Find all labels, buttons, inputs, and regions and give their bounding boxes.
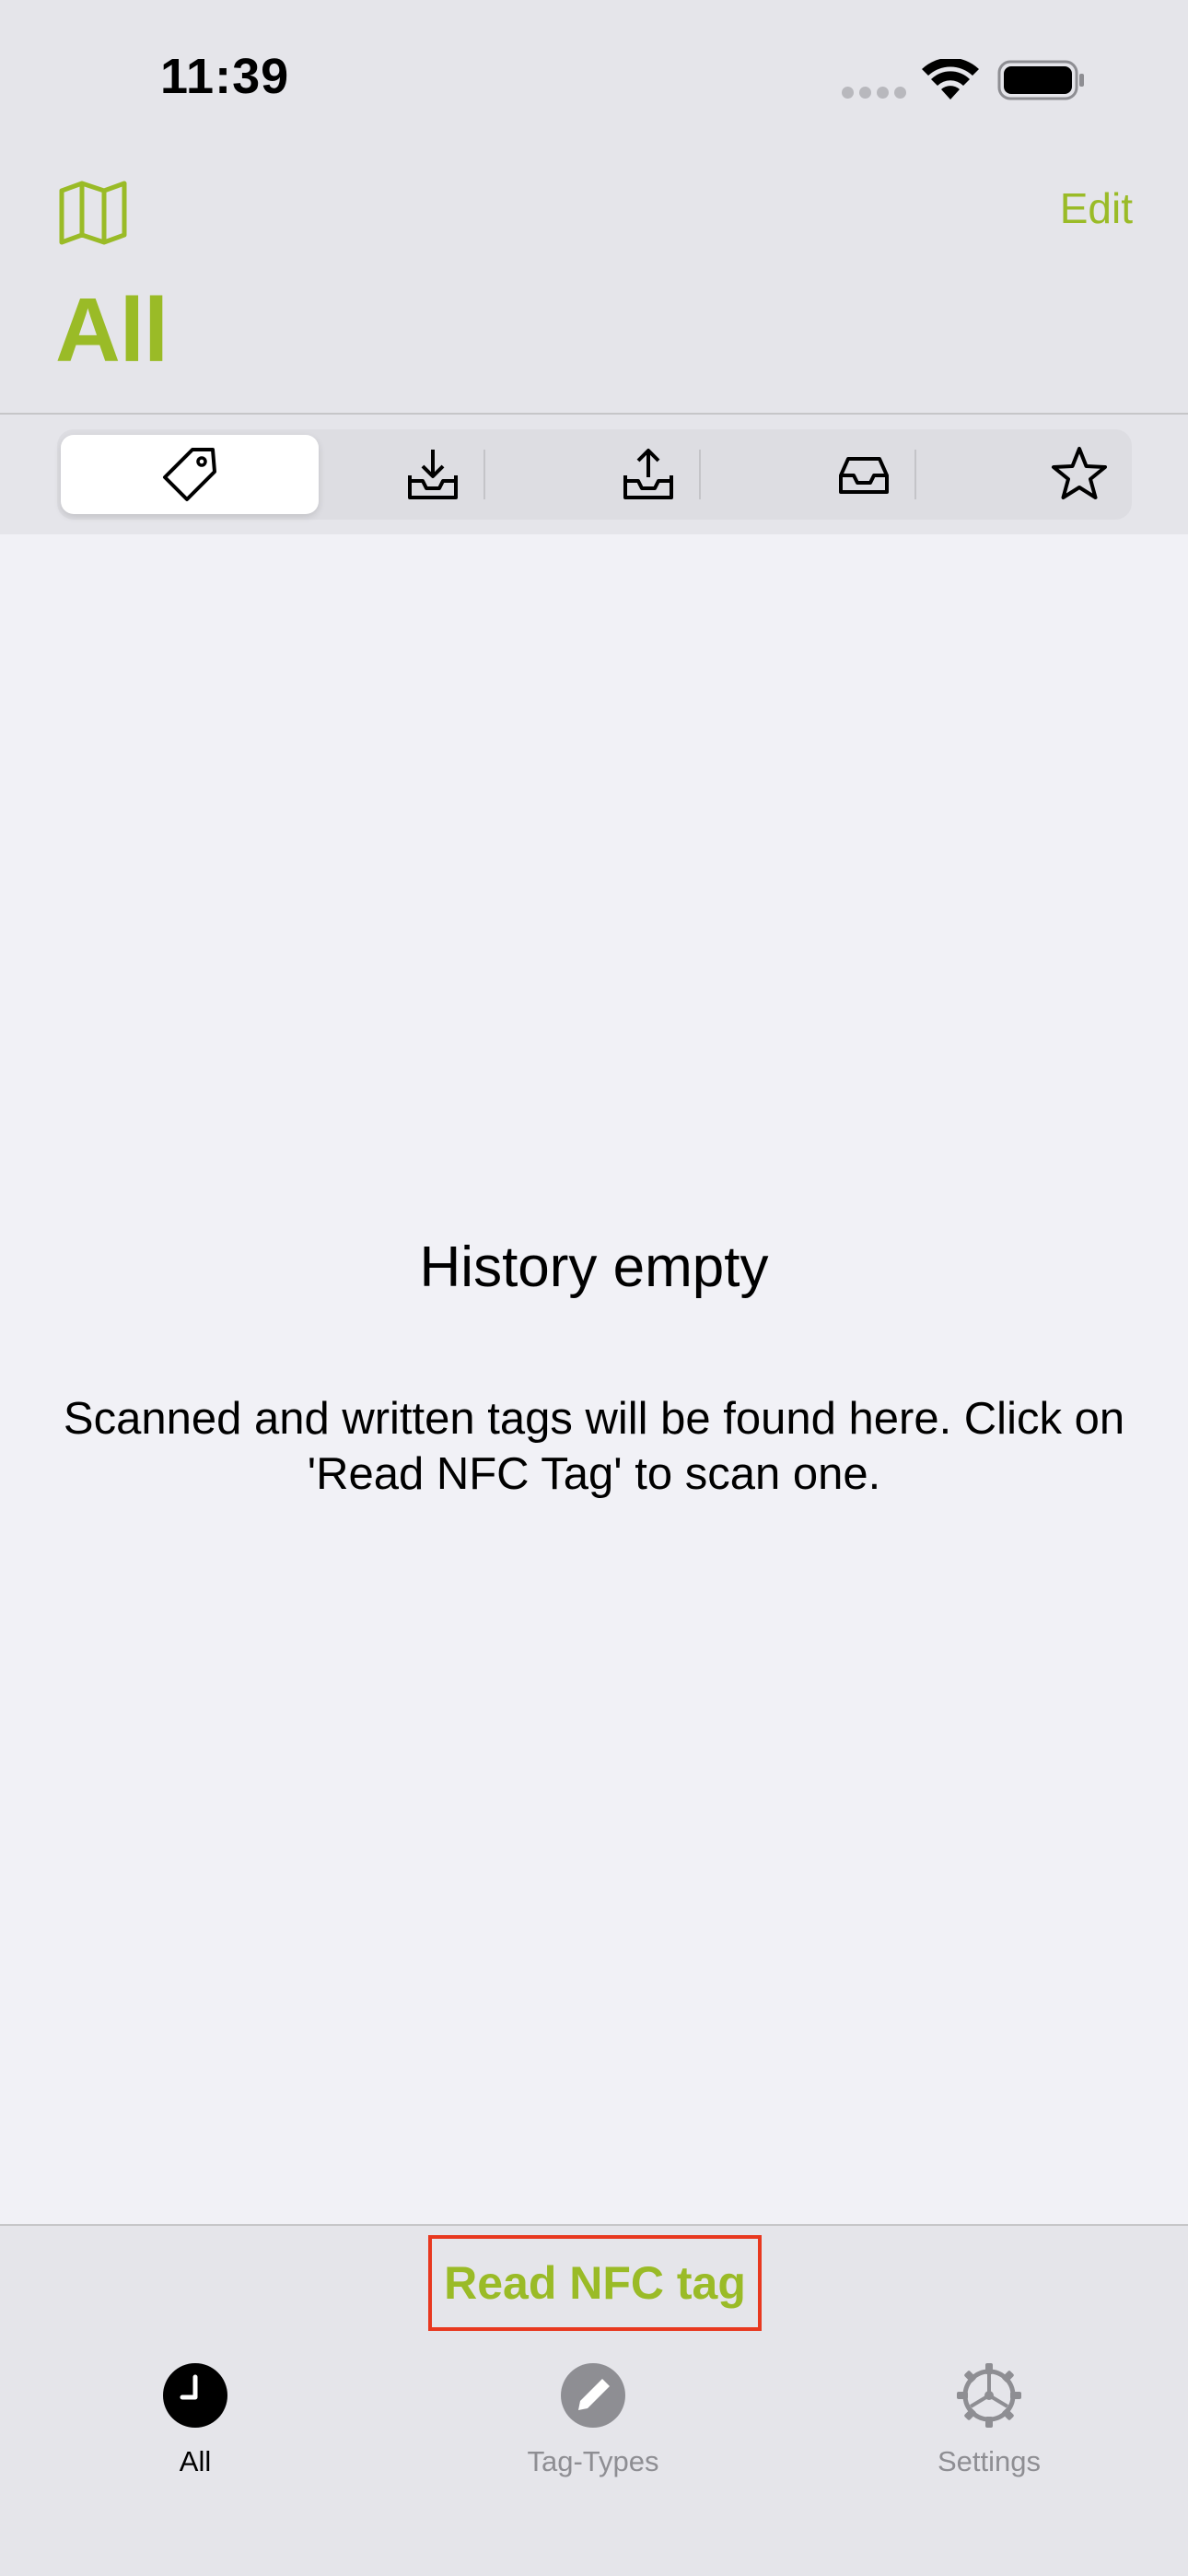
- edit-button[interactable]: Edit: [1060, 183, 1133, 233]
- empty-state-description: Scanned and written tags will be found h…: [63, 1394, 1125, 1499]
- filter-bar: [0, 415, 1188, 534]
- map-icon[interactable]: [58, 178, 128, 248]
- pencil-icon: [561, 2363, 625, 2428]
- star-icon: [1051, 447, 1107, 499]
- tray-icon: [838, 457, 889, 494]
- bottom-bar-area: Read NFC tag All Tag-Types Settings: [0, 2224, 1188, 2576]
- tab-all[interactable]: All: [57, 2362, 333, 2500]
- tab-all-label: All: [179, 2445, 212, 2477]
- segment-separator: [483, 450, 485, 499]
- segment-read-tags[interactable]: [325, 429, 540, 520]
- tab-settings[interactable]: Settings: [851, 2362, 1127, 2500]
- bottom-divider: [0, 2224, 1188, 2226]
- tag-icon: [163, 448, 216, 501]
- segment-separator: [699, 450, 701, 499]
- status-time: 11:39: [160, 49, 290, 104]
- segment-archived-tags[interactable]: [756, 429, 971, 520]
- wifi-icon: [922, 59, 979, 100]
- tab-settings-label: Settings: [937, 2445, 1041, 2477]
- read-nfc-tag-button[interactable]: Read NFC tag: [428, 2235, 762, 2331]
- segment-favorite-tags[interactable]: [972, 429, 1186, 520]
- empty-state-title: History empty: [419, 1235, 769, 1299]
- tray-upload-icon: [623, 449, 673, 499]
- filter-segmented-control: [57, 429, 1132, 520]
- tab-tag-types[interactable]: Tag-Types: [455, 2362, 731, 2500]
- segment-all-tags[interactable]: [61, 435, 319, 514]
- status-bar: 11:39: [0, 0, 1188, 161]
- navigation-bar: Edit All: [0, 161, 1188, 413]
- segment-written-tags[interactable]: [541, 429, 755, 520]
- page-title: All: [55, 279, 169, 381]
- tray-download-icon: [407, 450, 458, 499]
- segment-separator: [914, 450, 916, 499]
- cellular-signal-dots-icon: [842, 87, 906, 100]
- battery-full-icon: [997, 60, 1084, 100]
- tab-tag-types-label: Tag-Types: [527, 2445, 659, 2477]
- clock-icon: [163, 2363, 227, 2428]
- top-bar-area: 11:39 Edit All: [0, 0, 1188, 415]
- gear-icon: [957, 2363, 1021, 2428]
